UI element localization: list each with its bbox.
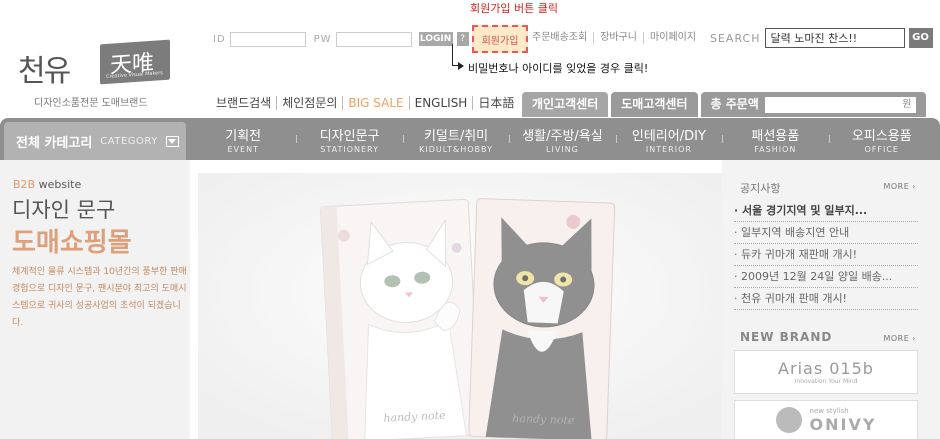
category-item-living[interactable]: 생활/주방/욕실 LIVING	[509, 118, 615, 160]
brand-logo-icon	[775, 407, 802, 433]
promo-title-line1: 디자인 문구	[12, 198, 116, 222]
logo-mark: 天唯 Creative Visual Makers	[100, 39, 170, 85]
b2b-label: B2B	[13, 178, 36, 191]
b2b-promo: B2B website 디자인 문구 도매쇼핑몰 체계적인 물류 시스템과 10…	[0, 160, 190, 439]
category-label: 생활/주방/욕실	[522, 128, 603, 144]
search-bar: SEARCH GO	[710, 28, 933, 48]
order-tracking-link[interactable]: 주문배송조회	[532, 32, 593, 44]
notice-item[interactable]: · 서울 경기지역 및 일부지...	[734, 200, 918, 222]
notice-title: 공지사항	[740, 182, 781, 195]
b2b-heading: B2B website	[13, 178, 81, 191]
brand-search-link[interactable]: 브랜드검색	[216, 96, 276, 110]
join-button-label: 회원가입	[481, 35, 519, 47]
search-go-button[interactable]: GO	[908, 28, 933, 48]
customer-tabs: 개인고객센터 도매고객센터 총 주문액 원	[522, 92, 926, 117]
forgot-hint-annotation: 비밀번호나 아이디를 잊었을 경우 클릭!	[468, 62, 649, 75]
login-bar: ID PW LOGIN ?	[213, 30, 469, 48]
category-item-office[interactable]: 오피스용품 OFFICE	[828, 118, 935, 160]
total-order-value: 원	[764, 96, 916, 113]
pw-label: PW	[313, 33, 332, 45]
notice-item[interactable]: · 천유 귀마개 판매 개시!	[734, 288, 918, 310]
category-items: 기획전 EVENT 디자인문구 STATIONERY 키덜트/취미 KIDULT…	[190, 118, 935, 160]
category-label-en: FASHION	[754, 144, 797, 154]
notice-item[interactable]: · 일부지역 배송지연 안내	[734, 222, 918, 244]
notice-more-link[interactable]: MORE ›	[883, 182, 916, 191]
franchise-inquiry-link[interactable]: 체인점문의	[276, 96, 342, 110]
sub-nav: 브랜드검색 체인점문의 BIG SALE ENGLISH 日本語	[216, 96, 519, 110]
all-category-button[interactable]: 전체 카테고리 CATEGORY	[4, 122, 186, 160]
brand-name: ONIVY	[809, 414, 877, 434]
notice-item[interactable]: · 듀카 귀마개 재판매 개시!	[734, 244, 918, 266]
category-label-en: LIVING	[546, 144, 579, 154]
brand-banner-onivy[interactable]: new stylish ONIVY	[734, 400, 918, 439]
category-label-en: INTERIOR	[645, 144, 692, 154]
all-category-label: 전체 카테고리	[16, 135, 93, 151]
site-logo[interactable]: 천유 天唯 Creative Visual Makers 디자인소품전문 도매브…	[14, 38, 184, 110]
category-label-en: OFFICE	[864, 144, 899, 154]
brand-name: Arias 015b	[778, 359, 874, 378]
category-label: 키덜트/취미	[423, 128, 489, 144]
cat-notebooks-illustration: handy note handy note	[198, 173, 722, 439]
logo-name-ko: 천유	[18, 54, 71, 89]
category-label: 인테리어/DIY	[631, 128, 706, 144]
category-label-en: STATIONERY	[320, 144, 379, 154]
category-item-kidult[interactable]: 키덜트/취미 KIDULT&HOBBY	[402, 118, 509, 160]
promo-title-line2: 도매쇼핑몰	[12, 228, 132, 258]
search-input[interactable]	[764, 28, 905, 48]
tab-personal-support[interactable]: 개인고객센터	[522, 92, 609, 117]
category-label: 디자인문구	[319, 128, 380, 144]
logo-caption: 디자인소품전문 도매브랜드	[34, 98, 148, 109]
id-input[interactable]	[229, 31, 306, 47]
category-label: 오피스용품	[851, 128, 912, 144]
top-links: 주문배송조회 장바구니 마이페이지	[532, 32, 702, 44]
brand-tagline: Innovation Your Mind	[794, 378, 858, 385]
category-item-interior[interactable]: 인테리어/DIY INTERIOR	[615, 118, 722, 160]
cart-link[interactable]: 장바구니	[593, 32, 643, 44]
notice-list: · 서울 경기지역 및 일부지... · 일부지역 배송지연 안내 · 듀카 귀…	[734, 200, 918, 310]
category-item-fashion[interactable]: 패션용품 FASHION	[722, 118, 828, 160]
new-brand-title: NEW BRAND	[740, 330, 833, 344]
big-sale-link[interactable]: BIG SALE	[342, 96, 408, 110]
category-item-stationery[interactable]: 디자인문구 STATIONERY	[296, 118, 402, 160]
category-label: 패션용품	[751, 128, 800, 144]
brand-banner-arias[interactable]: Arias 015b Innovation Your Mind	[734, 350, 918, 394]
search-label: SEARCH	[710, 31, 761, 45]
password-input[interactable]	[335, 31, 412, 47]
annotation-arrow-icon	[458, 62, 464, 70]
hero-banner-image[interactable]: handy note handy note	[198, 173, 722, 439]
notice-item[interactable]: · 2009년 12월 24일 양일 배송...	[734, 266, 918, 288]
chevron-down-icon	[165, 135, 179, 147]
category-label-en: EVENT	[227, 144, 259, 154]
join-hint-annotation: 회원가입 버튼 클릭	[470, 2, 558, 15]
all-category-label-en: CATEGORY	[100, 135, 158, 147]
join-button[interactable]: 회원가입	[472, 25, 528, 53]
total-order-label: 총 주문액	[710, 97, 759, 111]
website-label: website	[38, 178, 82, 191]
english-link[interactable]: ENGLISH	[408, 96, 473, 110]
tab-wholesale-support[interactable]: 도매고객센터	[611, 92, 698, 117]
category-label: 기획전	[225, 128, 262, 144]
login-button[interactable]: LOGIN	[418, 32, 453, 46]
japanese-link[interactable]: 日本語	[472, 96, 519, 110]
right-sidebar: 공지사항 MORE › · 서울 경기지역 및 일부지... · 일부지역 배송…	[722, 160, 940, 439]
id-label: ID	[213, 33, 226, 45]
promo-description: 체계적인 물류 시스템과 10년간의 풍부한 판매경험으로 디자인 문구, 팬시…	[12, 267, 187, 328]
category-bar: 전체 카테고리 CATEGORY 기획전 EVENT 디자인문구 STATION…	[0, 118, 940, 160]
total-order-amount: 총 주문액 원	[700, 92, 926, 117]
category-item-event[interactable]: 기획전 EVENT	[190, 118, 296, 160]
brand-subtitle: new stylish	[809, 406, 849, 415]
mypage-link[interactable]: 마이페이지	[643, 32, 702, 44]
category-label-en: KIDULT&HOBBY	[419, 144, 493, 154]
new-brand-more-link[interactable]: MORE ›	[883, 334, 916, 343]
